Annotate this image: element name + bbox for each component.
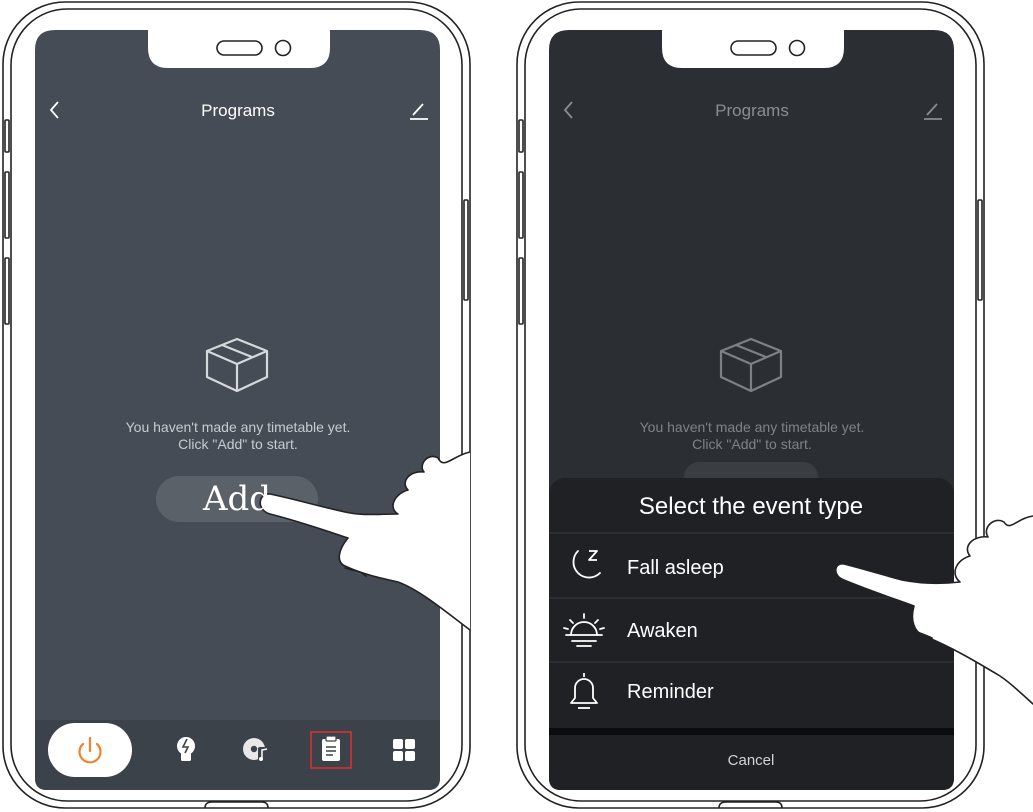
option-reminder[interactable] (549, 663, 954, 727)
add-button-label: Add (202, 479, 272, 519)
sheet-title: Select the event type (638, 493, 864, 520)
cancel-label: Cancel (727, 752, 775, 769)
empty-message-line2: Click "Add" to start. (178, 436, 298, 452)
left-notch-details (216, 39, 292, 57)
clipboard-icon[interactable] (322, 735, 340, 761)
option-awaken[interactable] (549, 599, 954, 662)
illustration-canvas (2, 1, 1033, 809)
empty-message-line2: Click "Add" to start. (692, 436, 812, 452)
page-title: Programs (201, 101, 275, 120)
left-screen-bg (35, 30, 440, 790)
page-title: Programs (715, 101, 789, 120)
empty-message-line1: You haven't made any timetable yet. (125, 419, 351, 435)
right-notch-details (730, 39, 806, 57)
empty-message-line1: You haven't made any timetable yet. (639, 419, 865, 435)
option-label-reminder: Reminder (627, 681, 714, 703)
option-label-awaken: Awaken (627, 620, 698, 642)
option-label-fall-asleep: Fall asleep (627, 557, 724, 579)
tutorial-illustration: Programs You haven't made any timetable … (0, 0, 1033, 812)
